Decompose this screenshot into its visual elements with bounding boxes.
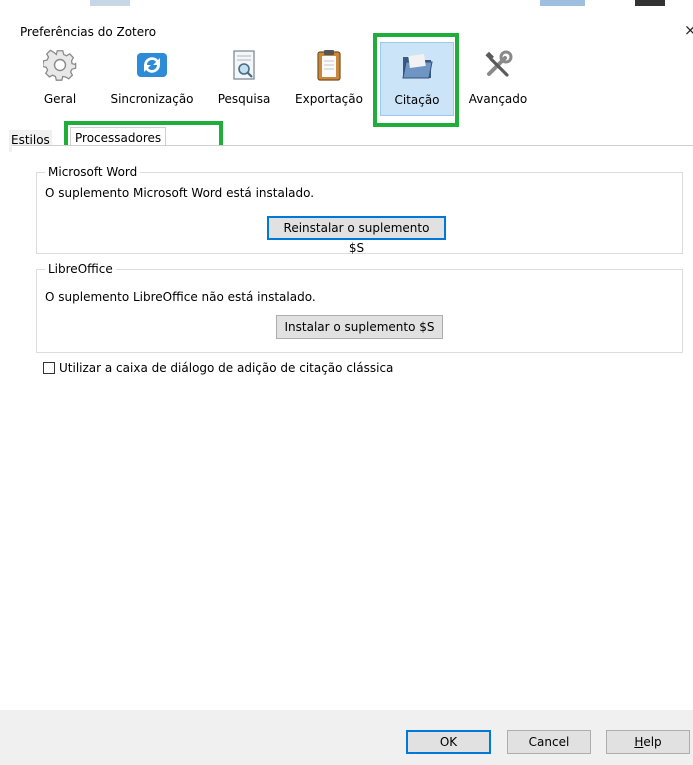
toolbar-pesquisa-label: Pesquisa	[217, 92, 271, 106]
toolbar-pesquisa[interactable]: Pesquisa	[216, 42, 272, 112]
search-document-icon	[233, 50, 255, 80]
sync-icon	[137, 53, 167, 77]
libreoffice-legend: LibreOffice	[45, 262, 116, 276]
tools-icon	[485, 50, 513, 77]
classic-dialog-label: Utilizar a caixa de diálogo de adição de…	[59, 361, 394, 375]
highlight-citacao	[373, 33, 459, 127]
classic-dialog-checkbox[interactable]	[43, 362, 55, 374]
toolbar-avancado-label: Avançado	[468, 92, 528, 106]
title-bar: Preferências do Zotero ×	[0, 12, 693, 42]
help-accesskey: H	[634, 735, 644, 749]
toolbar-geral[interactable]: Geral	[38, 42, 82, 112]
toolbar-exportacao-label: Exportação	[295, 92, 363, 106]
reinstall-word-plugin-button[interactable]: Reinstalar o suplemento $S	[267, 216, 446, 255]
help-label-rest: elp	[643, 735, 662, 749]
install-libreoffice-plugin-button[interactable]: Instalar o suplemento $S	[276, 315, 443, 339]
toolbar-avancado[interactable]: Avançado	[466, 42, 530, 112]
window-title: Preferências do Zotero	[20, 25, 157, 39]
gear-icon	[43, 49, 77, 81]
toolbar-exportacao[interactable]: Exportação	[290, 42, 368, 112]
preferences-toolbar: Geral Sincronização Pesquisa Exportação …	[0, 42, 693, 116]
clipboard-icon	[317, 50, 341, 81]
microsoft-word-group: Microsoft Word O suplemento Microsoft Wo…	[36, 165, 683, 255]
microsoft-word-status: O suplemento Microsoft Word está instala…	[45, 186, 315, 200]
cancel-button[interactable]: Cancel	[507, 730, 591, 754]
toolbar-sincronizacao-label: Sincronização	[110, 92, 194, 106]
background-strip	[0, 0, 693, 12]
toolbar-geral-label: Geral	[43, 92, 77, 106]
classic-dialog-checkbox-row[interactable]: Utilizar a caixa de diálogo de adição de…	[43, 361, 393, 375]
help-button[interactable]: Help	[606, 730, 690, 754]
libreoffice-status: O suplemento LibreOffice não está instal…	[45, 290, 316, 304]
close-icon[interactable]: ×	[684, 21, 693, 39]
microsoft-word-legend: Microsoft Word	[45, 165, 141, 179]
ok-button[interactable]: OK	[406, 730, 491, 754]
dialog-footer: OK Cancel Help	[0, 710, 693, 765]
libreoffice-group: LibreOffice O suplemento LibreOffice não…	[36, 262, 683, 353]
toolbar-sincronizacao[interactable]: Sincronização	[106, 42, 198, 112]
